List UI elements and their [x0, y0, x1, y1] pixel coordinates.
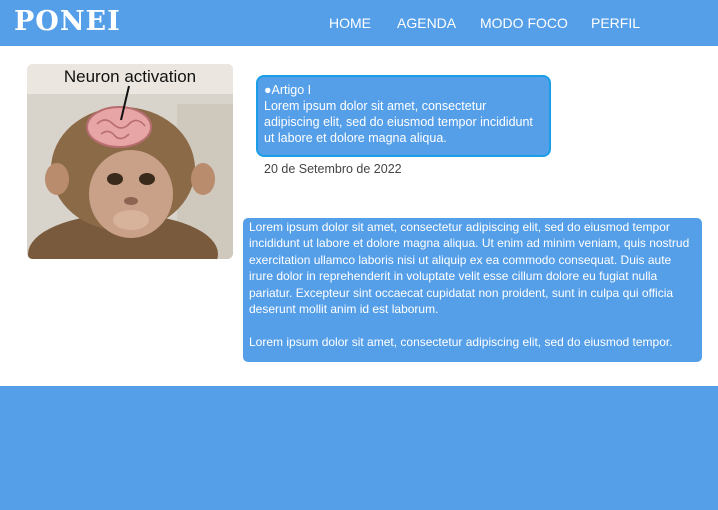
monkey-illustration: [27, 64, 233, 259]
article-body-card: Lorem ipsum dolor sit amet, consectetur …: [243, 218, 702, 362]
body-paragraph: Lorem ipsum dolor sit amet, consectetur …: [249, 220, 690, 317]
nav-menu: HOME AGENDA MODO FOCO PERFIL: [0, 15, 718, 35]
nav-home-link[interactable]: HOME: [329, 15, 371, 31]
article-summary-card[interactable]: ●Artigo I Lorem ipsum dolor sit amet, co…: [256, 75, 551, 157]
footer: [0, 386, 718, 510]
post-image: Neuron activation: [27, 64, 233, 259]
nav-perfil-link[interactable]: PERFIL: [591, 15, 640, 31]
article-summary: Lorem ipsum dolor sit amet, consectetur …: [264, 99, 533, 145]
nav-agenda-link[interactable]: AGENDA: [397, 15, 456, 31]
image-caption: Neuron activation: [63, 67, 197, 86]
body-paragraph: Lorem ipsum dolor sit amet, consectetur …: [249, 335, 673, 350]
article-date: 20 de Setembro de 2022: [264, 162, 402, 176]
nav-modo-foco-link[interactable]: MODO FOCO: [480, 15, 568, 31]
main-content: Neuron activation ●Artigo I Lorem ipsum …: [0, 46, 718, 386]
navbar: PONEI HOME AGENDA MODO FOCO PERFIL: [0, 0, 718, 46]
article-title: ●Artigo I: [264, 83, 312, 97]
